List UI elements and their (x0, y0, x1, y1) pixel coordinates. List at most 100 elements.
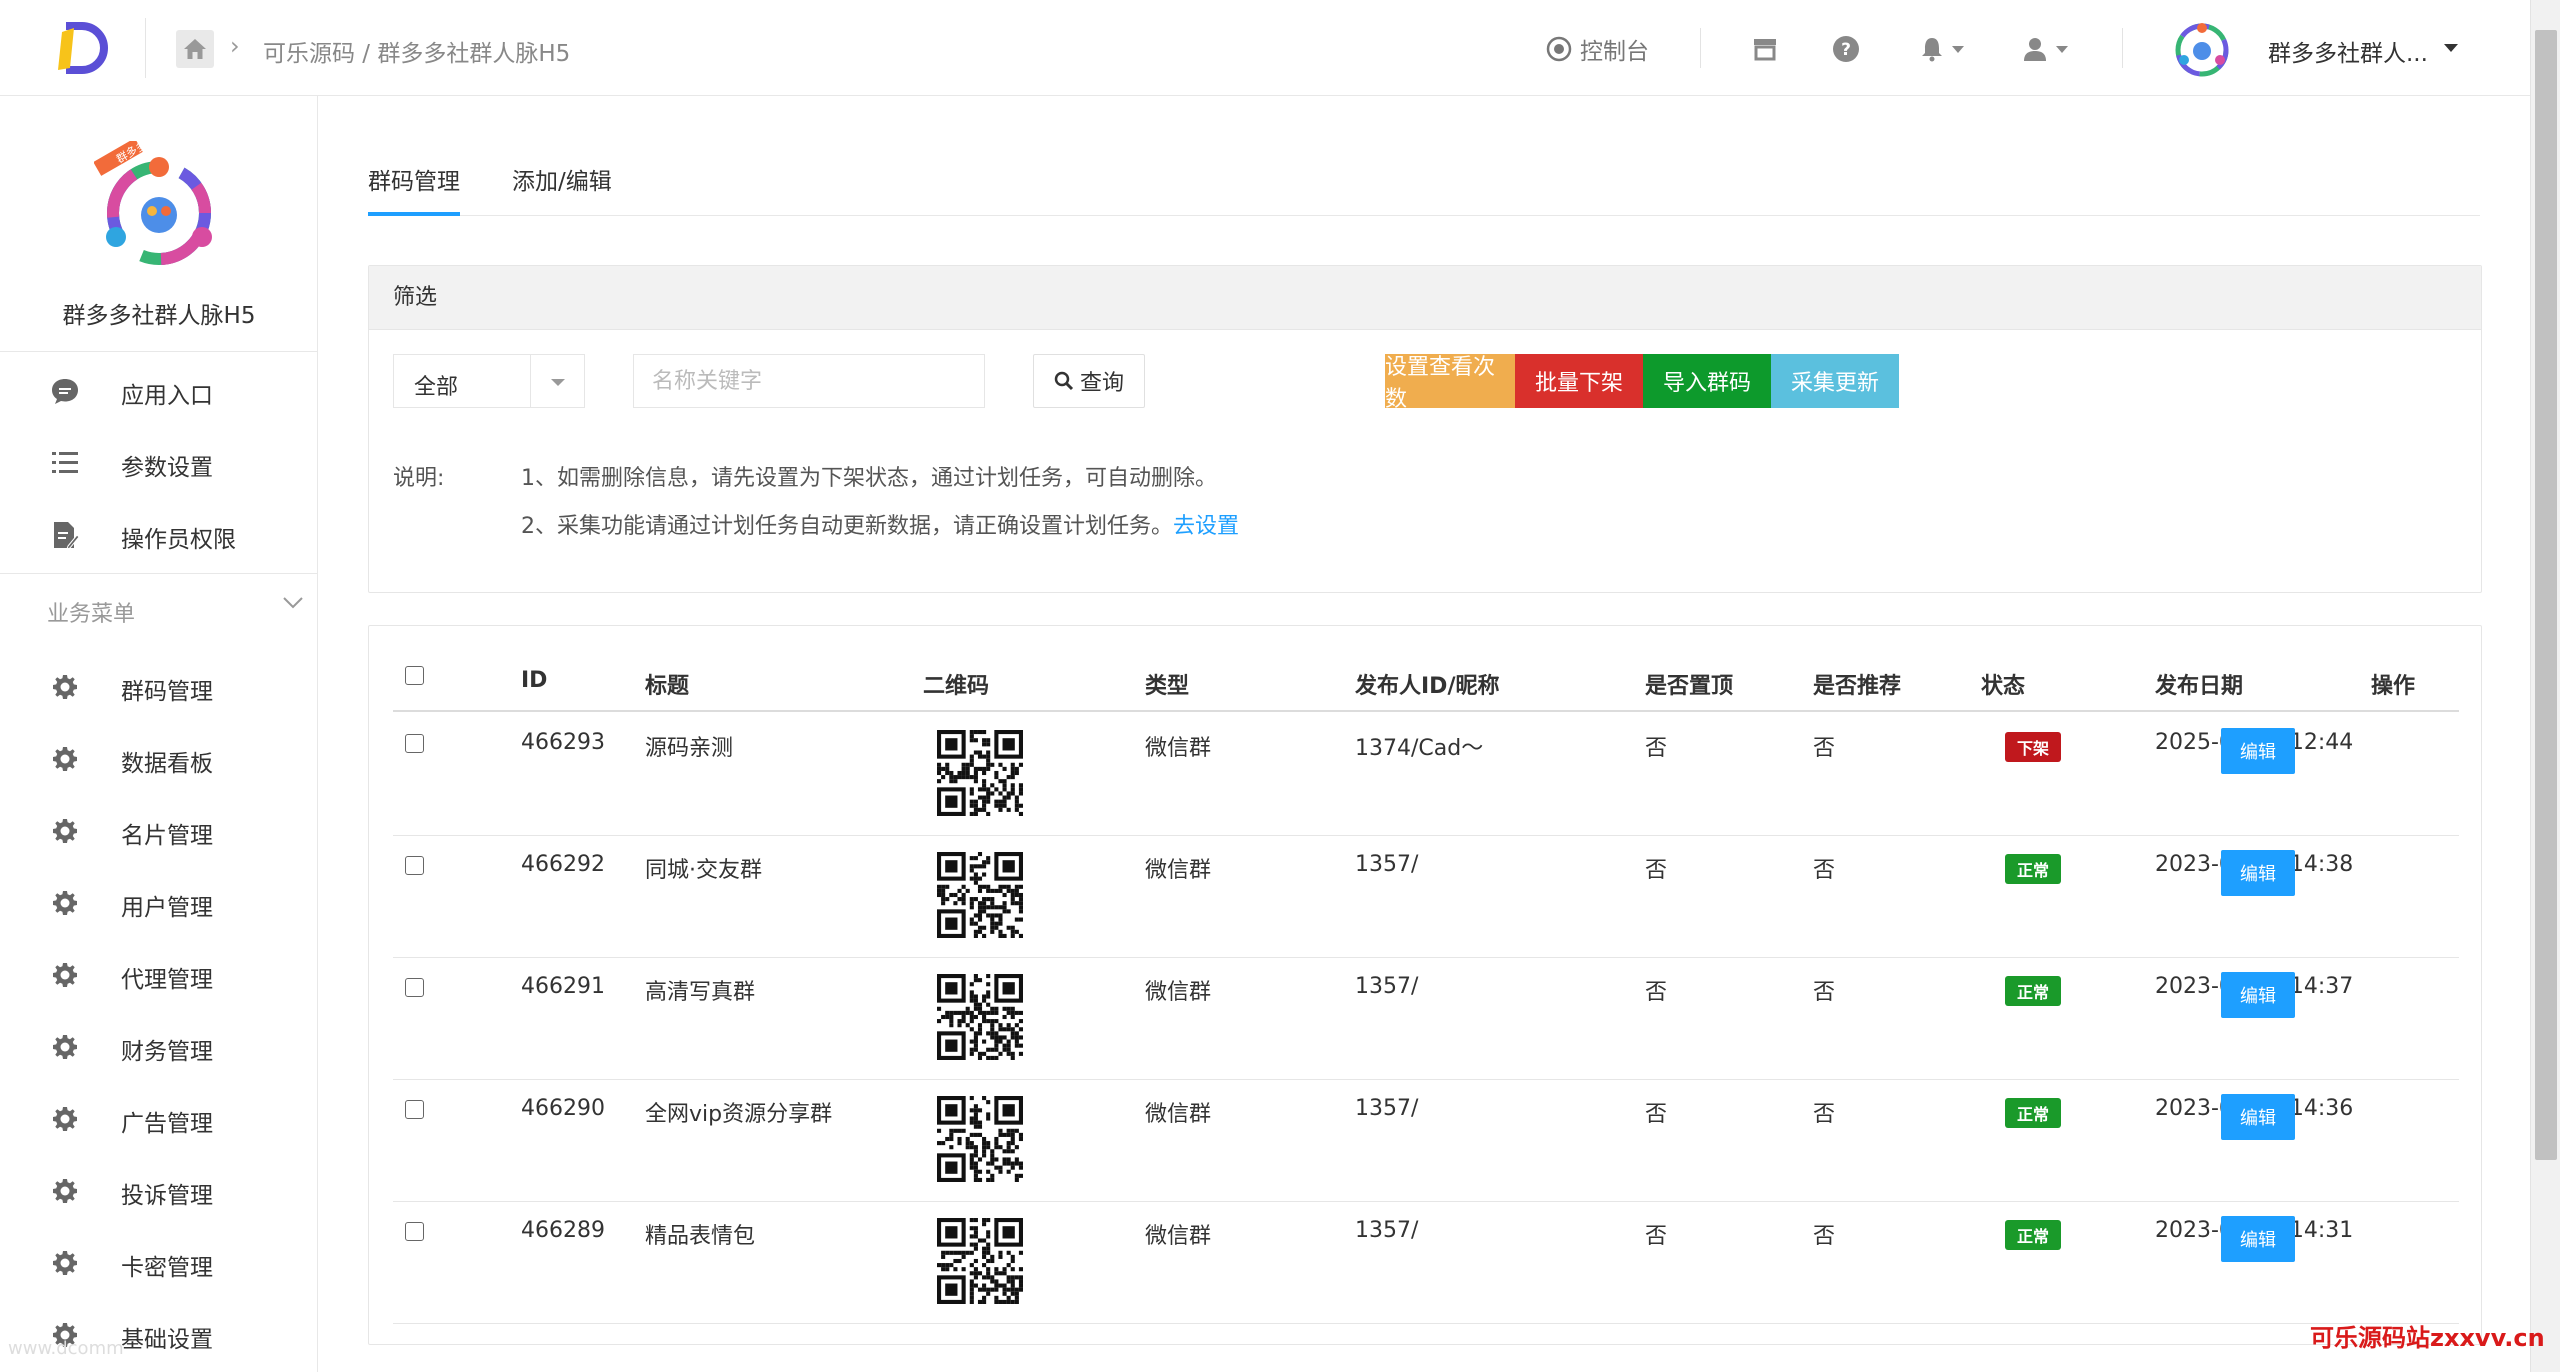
sidebar-divider (0, 351, 318, 352)
sidebar-section-business[interactable]: 业务菜单 (47, 596, 135, 628)
import-group-code-button[interactable]: 导入群码 (1643, 354, 1771, 408)
sidebar-item-business-0[interactable]: 群码管理 (0, 656, 318, 716)
account-menu-button[interactable] (2022, 30, 2068, 68)
batch-offline-button[interactable]: 批量下架 (1515, 354, 1643, 408)
breadcrumb[interactable]: 可乐源码 / 群多多社群人脉H5 (263, 34, 570, 68)
row-checkbox[interactable] (405, 856, 424, 875)
select-all-checkbox[interactable] (405, 666, 424, 685)
help-button[interactable]: ? (1832, 30, 1860, 68)
caret-down-icon (1952, 45, 1964, 53)
query-label: 查询 (1079, 371, 1124, 396)
top-bar: › 可乐源码 / 群多多社群人脉H5 控制台 ? 群多多社群人... (0, 0, 2530, 96)
go-settings-link[interactable]: 去设置 (1173, 514, 1239, 539)
list-icon (52, 452, 78, 473)
watermark-right: 可乐源码站zxxvv.cn (2310, 1324, 2545, 1352)
cell-type: 微信群 (1145, 736, 1212, 761)
qr-code-image[interactable] (937, 1096, 1023, 1182)
scrollbar-thumb[interactable] (2535, 30, 2557, 1160)
sidebar-item-label: 群码管理 (121, 679, 213, 705)
dashboard-icon (1546, 36, 1572, 62)
row-checkbox[interactable] (405, 1100, 424, 1119)
sidebar: 群多多 群多多社群人脉H5 应用入口 参数设置 操作员权限 业务菜单 群码管理数… (0, 96, 318, 1372)
sidebar-item-business-8[interactable]: 卡密管理 (0, 1232, 318, 1292)
notification-button[interactable] (1920, 30, 1964, 68)
select-divider (530, 355, 531, 407)
console-label: 控制台 (1580, 39, 1649, 65)
sidebar-item-label: 数据看板 (121, 751, 213, 777)
cell-id: 466290 (521, 1096, 605, 1121)
sidebar-item-label: 参数设置 (121, 455, 213, 481)
sidebar-item-params[interactable]: 参数设置 (0, 432, 318, 492)
col-header-qrcode: 二维码 (923, 674, 990, 699)
home-button[interactable] (176, 30, 214, 68)
sidebar-item-business-7[interactable]: 投诉管理 (0, 1160, 318, 1220)
cell-id: 466289 (521, 1218, 605, 1243)
sidebar-item-business-2[interactable]: 名片管理 (0, 800, 318, 860)
sidebar-item-label: 卡密管理 (121, 1255, 213, 1281)
status-select[interactable]: 全部 (393, 354, 585, 408)
note-label: 说明: (393, 466, 445, 491)
caret-down-icon (2056, 45, 2068, 53)
cell-recommended: 否 (1813, 980, 1836, 1005)
sidebar-item-operator-permissions[interactable]: 操作员权限 (0, 504, 318, 564)
query-button[interactable]: 查询 (1033, 354, 1145, 408)
chat-icon (52, 379, 78, 404)
edit-button[interactable]: 编辑 (2221, 850, 2295, 896)
cell-pinned: 否 (1645, 1224, 1668, 1249)
shop-button[interactable] (1752, 30, 1778, 68)
col-header-actions: 操作 (2371, 674, 2416, 699)
sidebar-item-business-6[interactable]: 广告管理 (0, 1088, 318, 1148)
qr-code-image[interactable] (937, 1218, 1023, 1304)
cell-recommended: 否 (1813, 1102, 1836, 1127)
sidebar-item-business-4[interactable]: 代理管理 (0, 944, 318, 1004)
status-badge: 下架 (2005, 732, 2061, 762)
note-line-2: 2、采集功能请通过计划任务自动更新数据，请正确设置计划任务。去设置 (521, 508, 1239, 540)
topbar-divider (145, 18, 146, 78)
keyword-input[interactable] (633, 354, 985, 408)
chevron-down-icon[interactable] (282, 596, 304, 610)
row-checkbox[interactable] (405, 978, 424, 997)
tab-group-code-manage[interactable]: 群码管理 (368, 162, 460, 216)
cell-publisher: 1374/Cad～ (1355, 736, 1484, 761)
caret-down-icon[interactable] (551, 379, 565, 386)
cell-publisher: 1357/ (1355, 852, 1419, 877)
edit-button[interactable]: 编辑 (2221, 1216, 2295, 1262)
table-row: 466293 源码亲测 微信群 1374/Cad～否否下架 2025-01-09 12:… (393, 714, 2459, 836)
app-logo-icon[interactable] (52, 18, 112, 78)
user-name[interactable]: 群多多社群人... (2268, 34, 2428, 68)
user-avatar[interactable] (2172, 18, 2232, 78)
sidebar-item-business-1[interactable]: 数据看板 (0, 728, 318, 788)
row-checkbox[interactable] (405, 734, 424, 753)
edit-button[interactable]: 编辑 (2221, 972, 2295, 1018)
qr-code-image[interactable] (937, 852, 1023, 938)
edit-button[interactable]: 编辑 (2221, 1094, 2295, 1140)
cell-id: 466293 (521, 730, 605, 755)
cell-type: 微信群 (1145, 1102, 1212, 1127)
tab-add-edit[interactable]: 添加/编辑 (512, 162, 612, 216)
cell-title: 同城·交友群 (645, 858, 762, 883)
collect-update-button[interactable]: 采集更新 (1771, 354, 1899, 408)
sidebar-item-business-5[interactable]: 财务管理 (0, 1016, 318, 1076)
caret-down-icon[interactable] (2444, 44, 2458, 52)
set-view-count-button[interactable]: 设置查看次数 (1385, 354, 1515, 412)
user-icon (2024, 38, 2046, 61)
page-scrollbar[interactable] (2530, 0, 2560, 1372)
shop-icon (1754, 39, 1776, 61)
qr-code-image[interactable] (937, 974, 1023, 1060)
app-brand-logo: 群多多 (94, 141, 212, 265)
edit-doc-icon (54, 522, 80, 550)
console-link[interactable]: 控制台 (1546, 30, 1649, 68)
bell-icon (1922, 38, 1942, 62)
table-header: ID 标题 二维码 类型 发布人ID/昵称 是否置顶 是否推荐 状态 发布日期 … (393, 656, 2459, 712)
status-badge: 正常 (2005, 854, 2061, 884)
qr-code-image[interactable] (937, 730, 1023, 816)
sidebar-item-business-3[interactable]: 用户管理 (0, 872, 318, 932)
watermark-left: www.dcomm (8, 1338, 124, 1359)
edit-button[interactable]: 编辑 (2221, 728, 2295, 774)
sidebar-divider (0, 573, 318, 574)
row-checkbox[interactable] (405, 1222, 424, 1241)
sidebar-item-app-entry[interactable]: 应用入口 (0, 360, 318, 420)
sidebar-item-label: 代理管理 (121, 967, 213, 993)
cell-title: 源码亲测 (645, 736, 734, 761)
sidebar-item-label: 用户管理 (121, 895, 213, 921)
